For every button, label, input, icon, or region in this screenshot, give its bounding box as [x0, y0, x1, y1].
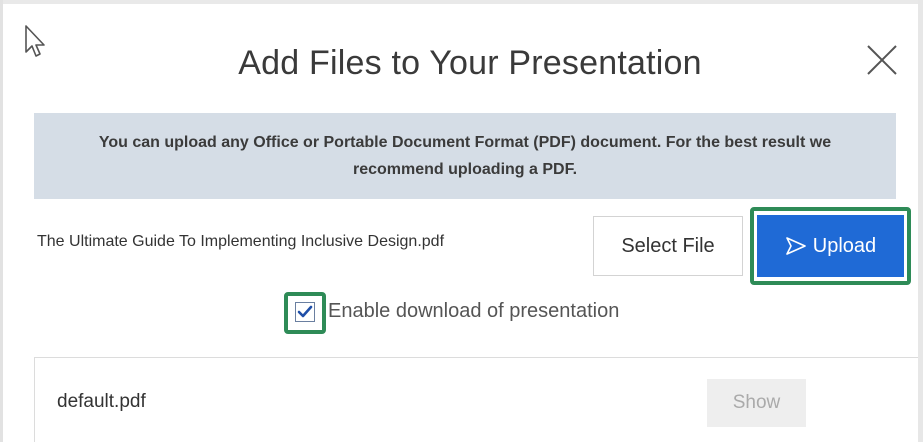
- add-files-dialog: Add Files to Your Presentation You can u…: [0, 0, 923, 442]
- info-banner: You can upload any Office or Portable Do…: [34, 113, 896, 199]
- enable-download-label: Enable download of presentation: [328, 300, 620, 322]
- enable-download-checkbox[interactable]: [295, 302, 315, 322]
- file-list-row: default.pdf Show: [34, 357, 918, 442]
- upload-button[interactable]: Upload: [757, 215, 904, 277]
- info-message: You can upload any Office or Portable Do…: [98, 134, 832, 178]
- send-arrow-icon: [785, 237, 806, 255]
- close-icon: [867, 45, 897, 75]
- mouse-pointer-icon: [25, 25, 45, 57]
- checkmark-icon: [297, 305, 313, 318]
- dialog-title: Add Files to Your Presentation: [238, 44, 702, 82]
- selected-filename: The Ultimate Guide To Implementing Inclu…: [37, 233, 445, 250]
- file-name: default.pdf: [57, 391, 146, 412]
- select-file-button[interactable]: Select File: [593, 216, 743, 276]
- show-file-button[interactable]: Show: [707, 379, 806, 427]
- window-top-edge: [0, 0, 923, 4]
- upload-button-label: Upload: [812, 234, 877, 257]
- window-right-edge: [918, 0, 923, 442]
- window-left-edge: [0, 0, 3, 442]
- close-button[interactable]: [862, 40, 902, 80]
